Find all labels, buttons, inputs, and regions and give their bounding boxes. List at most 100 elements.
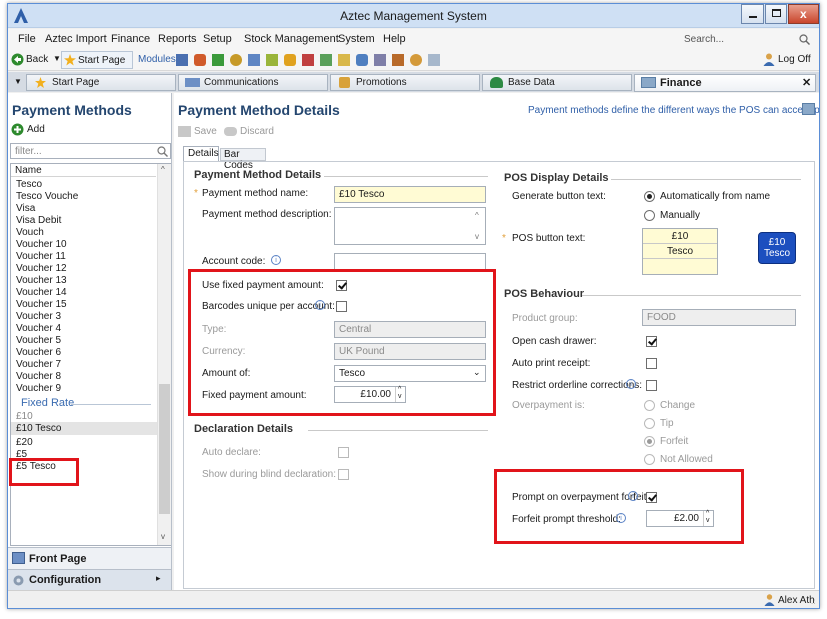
- list-item[interactable]: Tesco: [16, 179, 42, 190]
- menu-help[interactable]: Help: [383, 33, 406, 45]
- radio-not-allowed[interactable]: [644, 454, 655, 465]
- expand-arrow-icon[interactable]: ▸: [156, 573, 161, 584]
- module-icon[interactable]: [410, 54, 422, 66]
- tab-finance[interactable]: Finance ✕: [634, 74, 816, 92]
- open-cash-drawer-checkbox[interactable]: [646, 336, 657, 347]
- tab-base-data[interactable]: Base Data: [482, 74, 632, 91]
- list-item[interactable]: Voucher 12: [16, 263, 67, 274]
- list-item[interactable]: Visa Debit: [16, 215, 61, 226]
- list-item[interactable]: Voucher 10: [16, 239, 67, 250]
- menu-reports[interactable]: Reports: [158, 33, 197, 45]
- section-divider: [582, 295, 801, 296]
- info-icon[interactable]: i: [626, 379, 636, 389]
- minimize-button[interactable]: [741, 4, 764, 24]
- close-window-button[interactable]: x: [788, 4, 819, 24]
- account-code-input[interactable]: [334, 253, 486, 270]
- list-item-selected[interactable]: £10 Tesco: [16, 423, 61, 434]
- list-item[interactable]: Voucher 14: [16, 287, 67, 298]
- scroll-down-icon[interactable]: v: [161, 532, 165, 541]
- tab-start-page[interactable]: Start Page: [26, 74, 176, 91]
- scroll-up-icon[interactable]: ^: [161, 165, 165, 174]
- highlight-fixed-payment-box: [188, 269, 496, 416]
- radio-manually[interactable]: [644, 210, 655, 221]
- list-item[interactable]: Voucher 5: [16, 335, 61, 346]
- radio-auto-from-name[interactable]: [644, 191, 655, 202]
- blind-declaration-checkbox[interactable]: [338, 469, 349, 480]
- search-icon[interactable]: [799, 34, 810, 45]
- module-icon[interactable]: [266, 54, 278, 66]
- pos-button-line-3[interactable]: [643, 259, 717, 274]
- list-item[interactable]: £10: [16, 411, 33, 422]
- list-item[interactable]: Voucher 6: [16, 347, 61, 358]
- status-bar: Alex Ath .:: [8, 590, 819, 608]
- menu-finance[interactable]: Finance: [111, 33, 150, 45]
- module-icon[interactable]: [338, 54, 350, 66]
- list-item[interactable]: £20: [16, 437, 33, 448]
- list-item[interactable]: Voucher 4: [16, 323, 61, 334]
- list-item[interactable]: Voucher 3: [16, 311, 61, 322]
- module-icon[interactable]: [302, 54, 314, 66]
- list-item[interactable]: Voucher 7: [16, 359, 61, 370]
- menu-aztec-import[interactable]: Aztec Import: [45, 33, 107, 45]
- tab-communications[interactable]: Communications: [178, 74, 328, 91]
- payment-method-name-input[interactable]: £10 Tesco: [334, 186, 486, 203]
- back-dropdown-icon[interactable]: ▼: [53, 54, 61, 63]
- module-icon[interactable]: [230, 54, 242, 66]
- menu-stock-management[interactable]: Stock Management: [244, 33, 339, 45]
- list-item[interactable]: Visa: [16, 203, 35, 214]
- global-search[interactable]: Search...: [668, 32, 813, 48]
- list-item[interactable]: Voucher 11: [16, 251, 66, 262]
- tab-list-dropdown-icon[interactable]: ▼: [14, 77, 22, 86]
- scroll-thumb[interactable]: [159, 384, 170, 514]
- pos-button-line-2[interactable]: Tesco: [643, 244, 717, 259]
- list-item[interactable]: Voucher 15: [16, 299, 67, 310]
- auto-print-receipt-checkbox[interactable]: [646, 358, 657, 369]
- module-icon[interactable]: [356, 54, 368, 66]
- module-icon[interactable]: [248, 54, 260, 66]
- restrict-corrections-checkbox[interactable]: [646, 380, 657, 391]
- scroll-down-icon[interactable]: v: [475, 232, 479, 241]
- close-tab-icon[interactable]: ✕: [802, 76, 811, 89]
- nav-configuration[interactable]: Configuration ▸: [8, 569, 171, 590]
- nav-front-page[interactable]: Front Page: [8, 547, 171, 569]
- auto-declare-checkbox[interactable]: [338, 447, 349, 458]
- start-page-button[interactable]: Start Page: [61, 51, 133, 69]
- radio-change[interactable]: [644, 400, 655, 411]
- list-item[interactable]: Voucher 9: [16, 383, 61, 394]
- pos-button-line-1[interactable]: £10: [643, 229, 717, 244]
- list-item[interactable]: Tesco Vouche: [16, 191, 78, 202]
- menu-file[interactable]: File: [18, 33, 36, 45]
- search-icon[interactable]: [157, 146, 168, 157]
- module-icon[interactable]: [212, 54, 224, 66]
- payment-method-list[interactable]: Name ^ v Tesco Tesco Vouche Visa Visa De…: [10, 163, 171, 546]
- resize-grip-icon[interactable]: .:: [811, 597, 815, 606]
- list-item[interactable]: Vouch: [16, 227, 44, 238]
- list-item[interactable]: Voucher 13: [16, 275, 67, 286]
- filter-input[interactable]: filter...: [10, 143, 171, 159]
- preview-line-2: Tesco: [763, 248, 791, 259]
- payment-method-description-input[interactable]: [334, 207, 486, 245]
- radio-forfeit[interactable]: [644, 436, 655, 447]
- configuration-label: Configuration: [29, 574, 102, 586]
- tab-promotions[interactable]: Promotions: [330, 74, 480, 91]
- radio-tip[interactable]: [644, 418, 655, 429]
- pos-button-text-input[interactable]: £10 Tesco: [642, 228, 718, 275]
- subtab-bar-codes[interactable]: Bar Codes: [220, 148, 266, 171]
- list-item[interactable]: Voucher 8: [16, 371, 61, 382]
- module-icon[interactable]: [284, 54, 296, 66]
- module-icon[interactable]: [176, 54, 188, 66]
- maximize-button[interactable]: [765, 4, 787, 24]
- module-icon[interactable]: [194, 54, 206, 66]
- list-scrollbar[interactable]: ^ v: [157, 164, 171, 545]
- scroll-up-icon[interactable]: ^: [475, 211, 479, 220]
- info-icon[interactable]: i: [271, 255, 281, 265]
- module-icon[interactable]: [320, 54, 332, 66]
- menu-system[interactable]: System: [338, 33, 375, 45]
- search-input[interactable]: Search...: [684, 34, 724, 45]
- module-icon[interactable]: [428, 54, 440, 66]
- module-icon[interactable]: [374, 54, 386, 66]
- menu-setup[interactable]: Setup: [203, 33, 232, 45]
- subtab-details[interactable]: Details: [183, 146, 219, 161]
- module-icon[interactable]: [392, 54, 404, 66]
- module-shortcut-icons[interactable]: [176, 53, 484, 67]
